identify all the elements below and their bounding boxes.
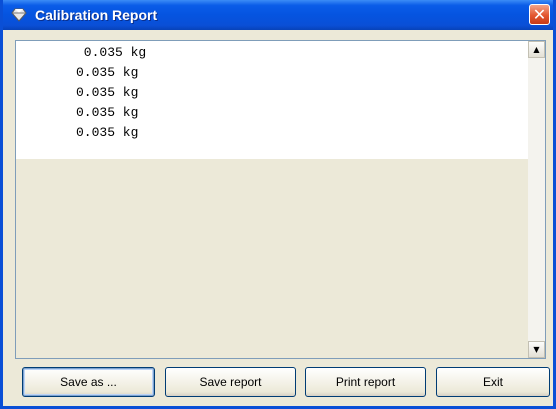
vertical-scrollbar[interactable]: ▲ ▼ <box>528 41 545 358</box>
close-button[interactable]: ✕ <box>529 4 550 25</box>
report-line: 0.035 kg <box>76 105 139 120</box>
arrow-down-icon: ▼ <box>533 345 540 354</box>
close-icon: ✕ <box>532 5 547 24</box>
report-content: 0.035 kg 0.035 kg 0.035 kg 0.035 kg 0.03… <box>16 41 528 159</box>
scroll-down-button[interactable]: ▼ <box>528 341 545 358</box>
app-icon <box>11 8 27 22</box>
save-report-button[interactable]: Save report <box>165 367 296 397</box>
print-report-button[interactable]: Print report <box>305 367 426 397</box>
button-row: Save as ... Save report Print report Exi… <box>3 367 553 397</box>
title-bar[interactable]: Calibration Report ✕ <box>3 0 553 30</box>
scroll-up-button[interactable]: ▲ <box>528 41 545 58</box>
save-as-label: Save as ... <box>60 375 117 389</box>
save-report-label: Save report <box>199 375 262 389</box>
report-line: 0.035 kg <box>76 85 139 100</box>
arrow-up-icon: ▲ <box>533 45 540 54</box>
window-title: Calibration Report <box>35 7 158 23</box>
report-text-area[interactable]: 0.035 kg 0.035 kg 0.035 kg 0.035 kg 0.03… <box>15 40 546 359</box>
report-line: 0.035 kg <box>76 45 147 60</box>
exit-label: Exit <box>482 375 503 389</box>
report-line: 0.035 kg <box>76 125 139 140</box>
exit-button[interactable]: Exit <box>436 367 550 397</box>
print-report-label: Print report <box>335 375 396 389</box>
report-line: 0.035 kg <box>76 65 139 80</box>
calibration-report-window: Calibration Report ✕ 0.035 kg 0.035 kg 0… <box>0 0 556 409</box>
save-as-button[interactable]: Save as ... <box>22 367 155 397</box>
